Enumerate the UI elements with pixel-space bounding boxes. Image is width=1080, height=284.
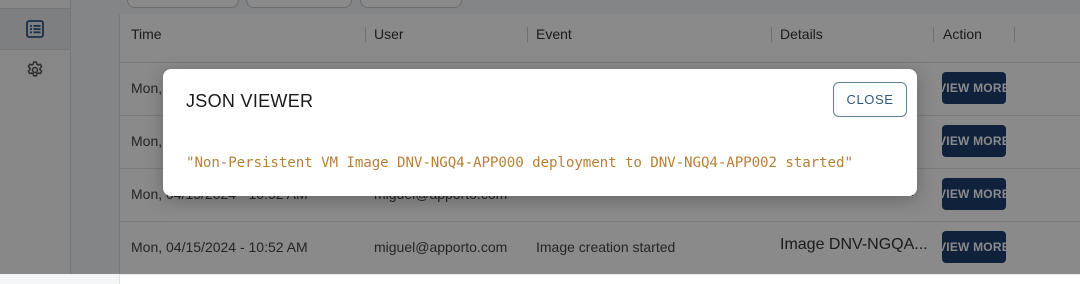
json-content: "Non-Persistent VM Image DNV-NGQ4-APP000… — [186, 155, 853, 171]
dialog-title: JSON VIEWER — [186, 91, 314, 111]
close-button[interactable]: CLOSE — [833, 82, 907, 117]
json-viewer-dialog: JSON VIEWER CLOSE "Non-Persistent VM Ima… — [163, 69, 917, 196]
